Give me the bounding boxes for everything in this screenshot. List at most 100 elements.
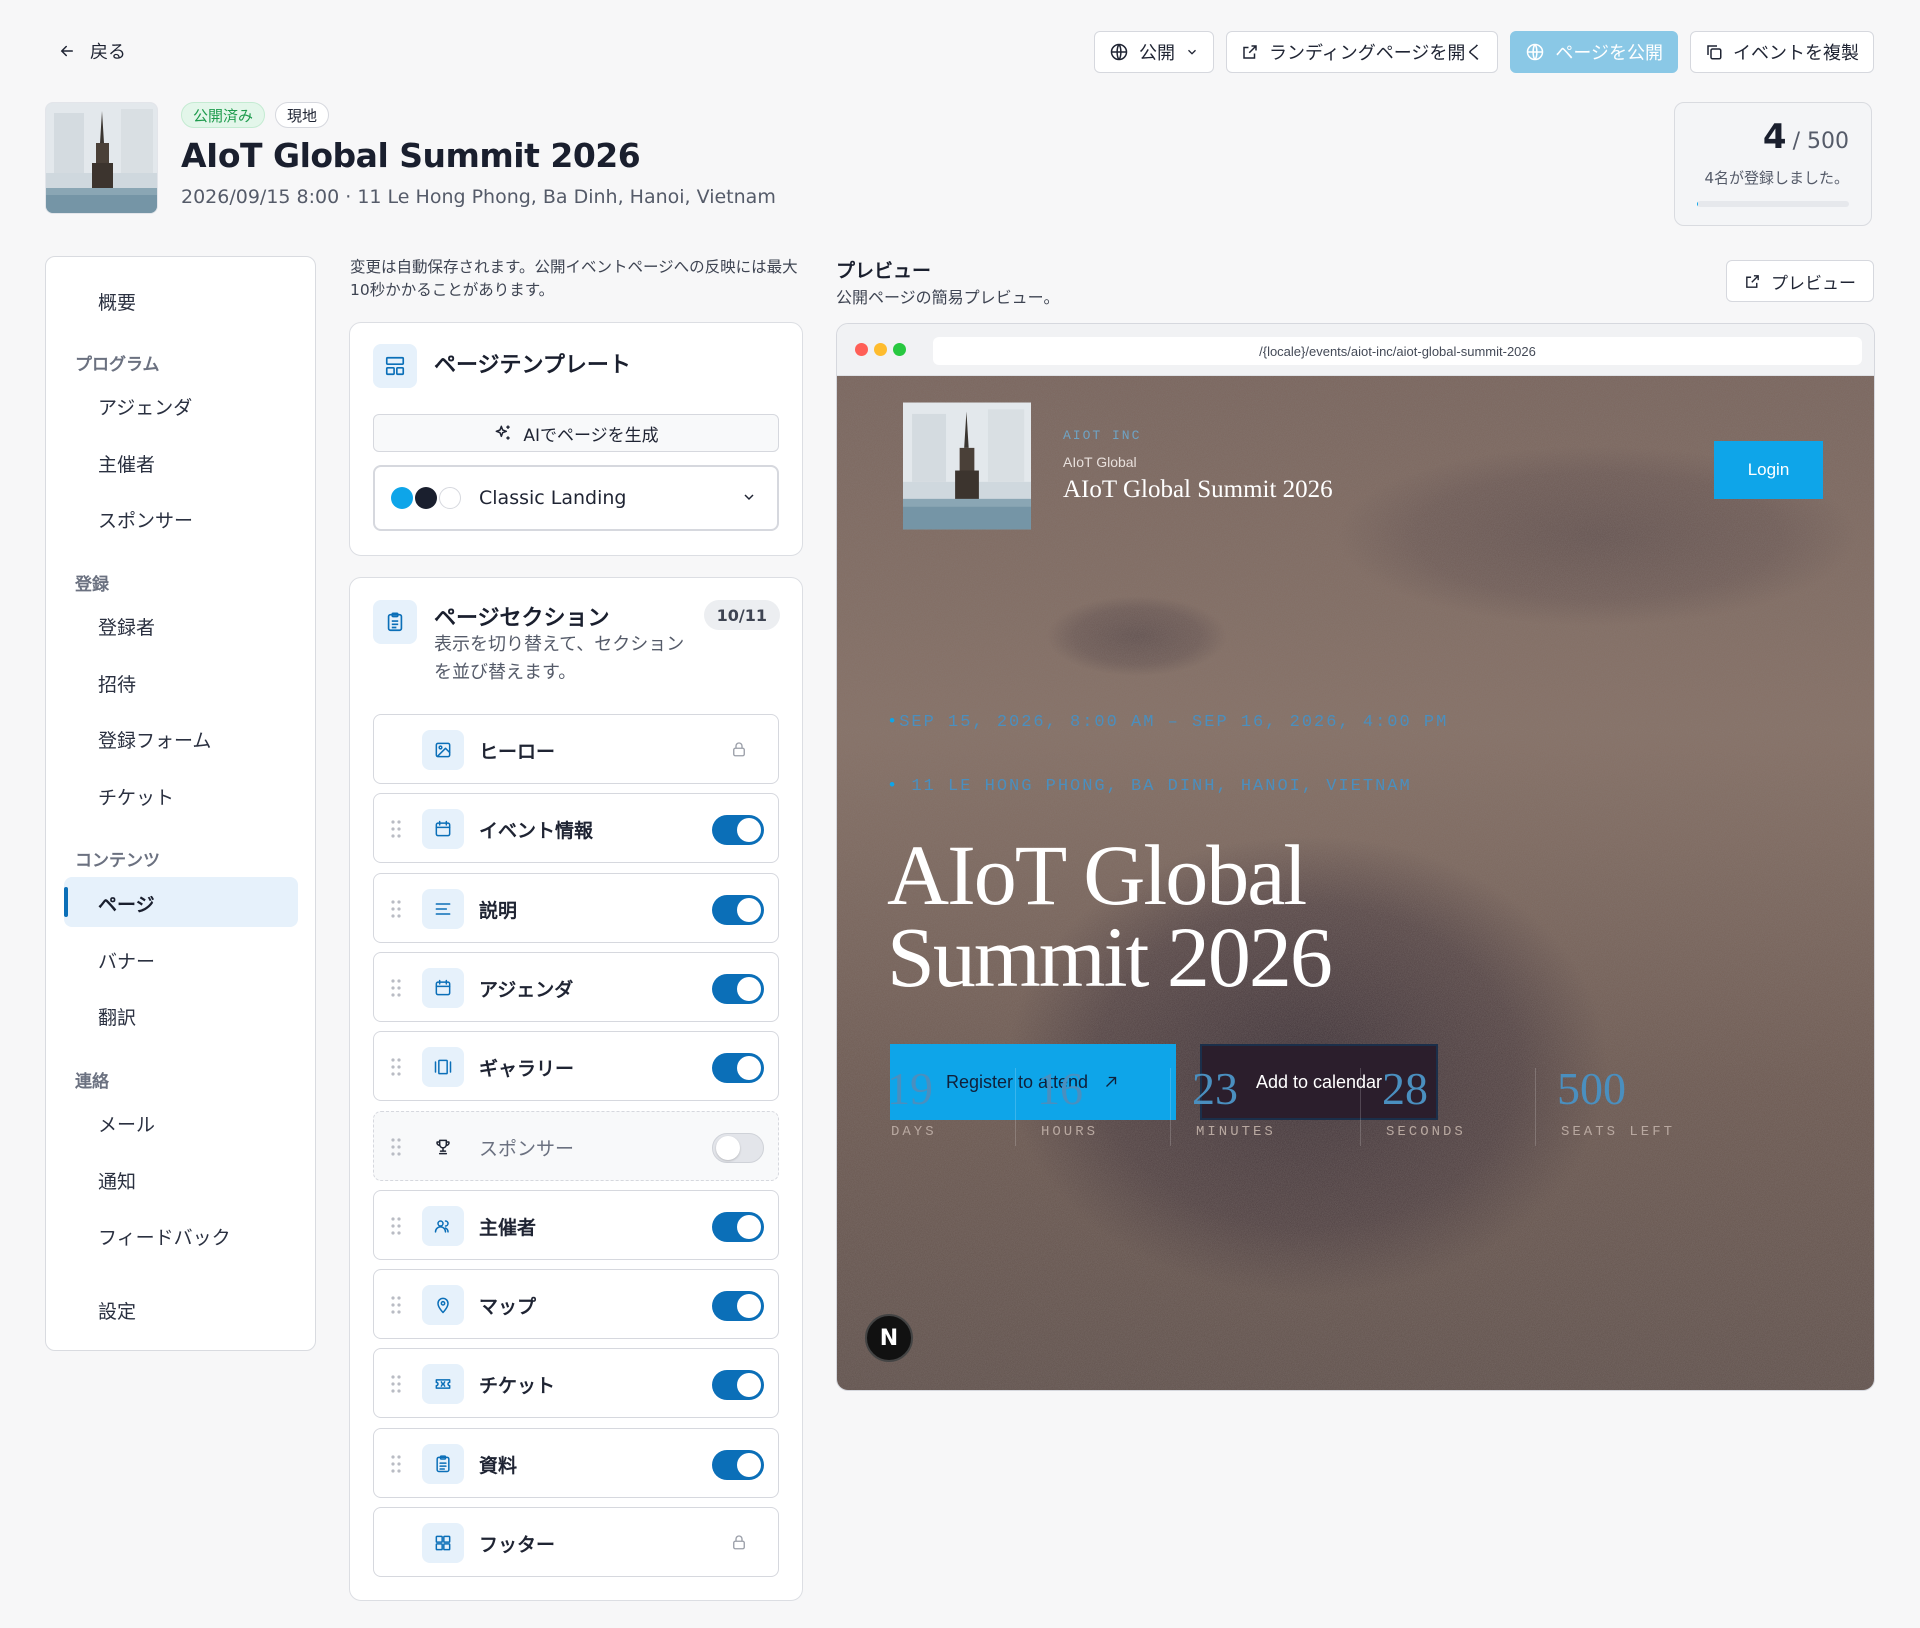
sidebar-item-overview[interactable]: 概要 [98, 288, 136, 315]
dev-badge-icon[interactable]: N [865, 1314, 913, 1362]
section-visibility-toggle[interactable] [712, 973, 764, 1004]
drag-handle-icon[interactable] [390, 978, 402, 998]
section-label: ヒーロー [479, 741, 556, 763]
ai-generate-button[interactable]: AIでページを生成 [373, 414, 779, 452]
ai-generate-label: AIでページを生成 [523, 425, 659, 446]
countdown-divider [1535, 1068, 1536, 1146]
section-visibility-toggle[interactable] [712, 894, 764, 925]
site-hero-title-line1: AIoT Global [887, 827, 1307, 923]
text-align-icon [422, 888, 464, 929]
countdown-unit: MINUTES [1196, 1124, 1276, 1140]
toggle-knob [737, 976, 761, 1001]
sidebar-item-translations[interactable]: 翻訳 [98, 1003, 136, 1030]
visibility-label: 公開 [1138, 43, 1175, 64]
section-visibility-toggle[interactable] [712, 815, 764, 846]
sidebar-heading-content: コンテンツ [75, 851, 160, 871]
section-row[interactable]: 主催者 [373, 1189, 779, 1260]
publish-page-button[interactable]: ページを公開 [1510, 31, 1678, 73]
visibility-dropdown[interactable]: 公開 [1093, 31, 1214, 73]
sidebar-item-sponsors[interactable]: スポンサー [98, 506, 193, 533]
section-row[interactable]: ヒーロー [373, 714, 779, 784]
sidebar-item-organizers[interactable]: 主催者 [98, 450, 155, 477]
section-row[interactable]: アジェンダ [373, 951, 779, 1022]
site-org-label: AIOT INC [1063, 428, 1142, 443]
registration-progress [1697, 201, 1849, 207]
sidebar-item-notifications[interactable]: 通知 [98, 1167, 136, 1194]
autosave-note: 変更は自動保存されます。公開イベントページへの反映には最大10秒かかることがあり… [350, 258, 798, 299]
site-logo-image [903, 402, 1031, 530]
sidebar-item-pages[interactable]: ページ [98, 890, 155, 917]
sidebar-item-agenda[interactable]: アジェンダ [98, 393, 192, 420]
sections-card-title: ページセクション [434, 606, 610, 631]
drag-handle-icon[interactable] [390, 1454, 402, 1474]
site-login-button[interactable]: Login [1714, 441, 1823, 499]
section-row[interactable]: マップ [373, 1269, 779, 1340]
sidebar-item-registrants[interactable]: 登録者 [98, 613, 155, 640]
sidebar-item-invitations[interactable]: 招待 [98, 670, 136, 697]
registration-progress-fill [1697, 201, 1699, 207]
section-row[interactable]: 説明 [373, 872, 779, 943]
drag-handle-icon[interactable] [390, 819, 402, 839]
clipboard-icon [422, 1443, 464, 1484]
section-row[interactable]: ギャラリー [373, 1031, 779, 1102]
layout-icon [373, 344, 417, 388]
section-visibility-toggle[interactable] [712, 1211, 764, 1242]
sidebar-item-registration-form[interactable]: 登録フォーム [98, 726, 211, 753]
drag-handle-icon[interactable] [390, 1374, 402, 1394]
lock-icon [730, 1533, 748, 1555]
countdown-unit: SECONDS [1386, 1124, 1466, 1140]
back-label: 戻る [90, 42, 126, 63]
section-row[interactable]: イベント情報 [373, 793, 779, 864]
countdown-divider [1015, 1068, 1016, 1146]
swatch-light [439, 487, 461, 509]
sections-count-badge: 10/11 [703, 600, 780, 630]
section-row[interactable]: フッター [373, 1507, 779, 1577]
calendar-icon [422, 967, 464, 1008]
open-landing-button[interactable]: ランディングページを開く [1225, 31, 1499, 73]
section-row[interactable]: 資料 [373, 1427, 779, 1498]
drag-handle-icon[interactable] [390, 899, 402, 919]
active-indicator [64, 887, 68, 917]
top-toolbar: 公開 ランディングページを開く ページを公開 イベントを複製 [1093, 31, 1874, 73]
copy-icon [1705, 43, 1723, 61]
toggle-knob [737, 1056, 761, 1081]
template-select[interactable]: Classic Landing [373, 465, 779, 531]
status-badge: 公開済み [181, 102, 266, 128]
toggle-knob [737, 897, 761, 922]
section-visibility-toggle[interactable] [712, 1449, 764, 1480]
section-visibility-toggle[interactable] [712, 1132, 764, 1163]
template-card-title: ページテンプレート [434, 353, 631, 378]
event-badges: 公開済み 現地 [181, 102, 330, 128]
duplicate-event-label: イベントを複製 [1733, 43, 1859, 64]
section-row[interactable]: スポンサー [373, 1110, 779, 1181]
sidebar-item-feedback[interactable]: フィードバック [98, 1223, 231, 1250]
sidebar-item-tickets[interactable]: チケット [98, 783, 174, 810]
drag-handle-icon[interactable] [390, 1295, 402, 1315]
section-visibility-toggle[interactable] [712, 1291, 764, 1322]
toggle-knob [737, 818, 761, 843]
lock-icon [730, 740, 748, 762]
type-badge: 現地 [275, 102, 330, 128]
chevron-down-icon [1185, 45, 1199, 59]
preview-browser-frame: /{locale}/events/aiot-inc/aiot-global-su… [836, 323, 1875, 1391]
preview-button[interactable]: プレビュー [1726, 260, 1874, 302]
back-link[interactable]: 戻る [58, 38, 126, 64]
template-card: ページテンプレート AIでページを生成 Classic Landing [349, 322, 803, 556]
toggle-knob [716, 1135, 740, 1160]
duplicate-event-button[interactable]: イベントを複製 [1690, 31, 1874, 73]
toggle-knob [737, 1214, 761, 1239]
drag-handle-icon[interactable] [390, 1137, 402, 1157]
sidebar-item-settings[interactable]: 設定 [98, 1297, 136, 1324]
countdown-unit: HOURS [1041, 1124, 1099, 1140]
sidebar-item-banners[interactable]: バナー [98, 947, 155, 974]
section-visibility-toggle[interactable] [712, 1370, 764, 1401]
sidebar-item-email[interactable]: メール [98, 1110, 155, 1137]
window-zoom-dot [893, 343, 906, 356]
section-row[interactable]: チケット [373, 1348, 779, 1419]
section-label: フッター [479, 1534, 556, 1556]
section-visibility-toggle[interactable] [712, 1053, 764, 1084]
drag-handle-icon[interactable] [390, 1216, 402, 1236]
countdown-value: 500 [1557, 1063, 1626, 1114]
browser-chrome: /{locale}/events/aiot-inc/aiot-global-su… [837, 324, 1874, 376]
drag-handle-icon[interactable] [390, 1057, 402, 1077]
